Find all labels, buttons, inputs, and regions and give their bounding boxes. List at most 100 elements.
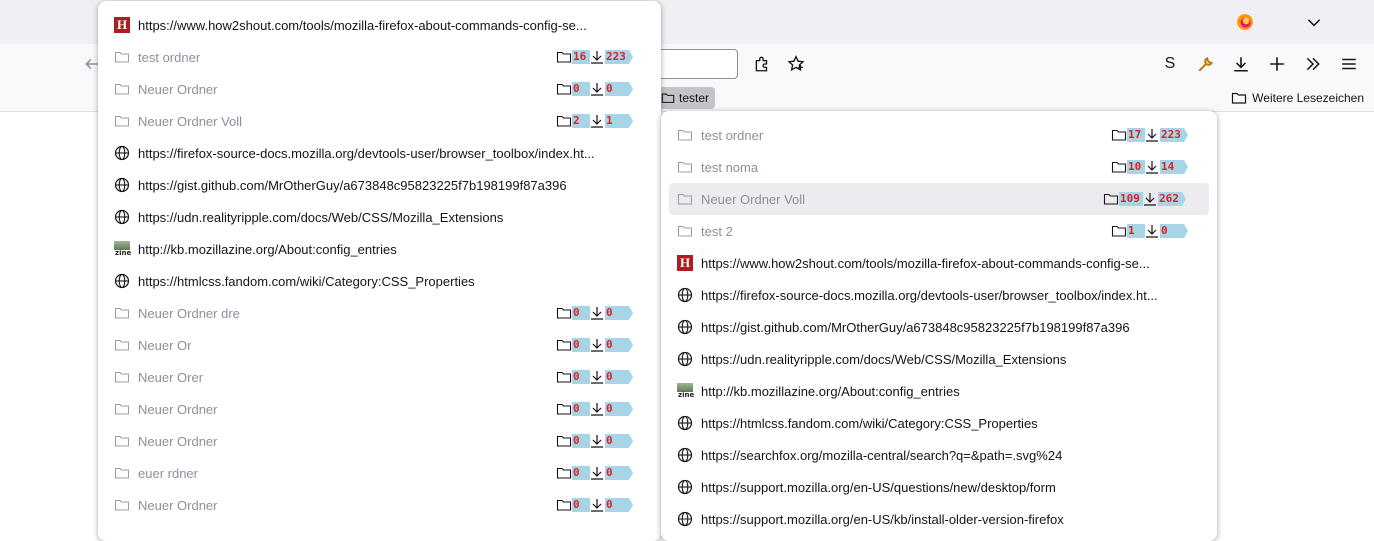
folder-counts: 17 223 [1111, 127, 1188, 143]
globe-icon [677, 415, 693, 431]
bookmark-link-item[interactable]: Hhttps://www.how2shout.com/tools/mozilla… [98, 9, 661, 41]
folder-icon [114, 401, 130, 417]
wrench-icon[interactable] [1192, 50, 1220, 78]
bookmark-link-item[interactable]: zine http://kb.mozillazine.org/About:conf… [98, 233, 661, 265]
bookmark-link-item[interactable]: https://udn.realityripple.com/docs/Web/C… [98, 201, 661, 233]
download-arrow-icon [589, 305, 605, 321]
bookmark-link-item[interactable]: https://htmlcss.fandom.com/wiki/Category… [98, 265, 661, 297]
bookmark-label: http://kb.mozillazine.org/About:config_e… [138, 241, 397, 257]
downloads-icon[interactable] [1227, 50, 1255, 78]
subfolder-count: 17 [1127, 128, 1145, 142]
bookmark-label: test noma [701, 159, 759, 175]
bookmark-folder-item[interactable]: test ordner 17 223 [661, 119, 1217, 151]
subfolder-count-icon [556, 401, 572, 417]
item-count: 262 [1158, 192, 1186, 206]
bookmark-link-item[interactable]: zine http://kb.mozillazine.org/About:conf… [661, 375, 1217, 407]
other-bookmarks-label: Weitere Lesezeichen [1252, 91, 1364, 105]
bookmark-label: https://support.mozilla.org/en-US/questi… [701, 479, 1056, 495]
other-bookmarks-button[interactable]: Weitere Lesezeichen [1231, 87, 1364, 109]
item-count: 0 [605, 82, 633, 96]
folder-counts: 00 [556, 337, 633, 353]
bookmark-folder-item[interactable]: Neuer Orer 0 0 [98, 361, 661, 393]
folder-counts: 00 [556, 305, 633, 321]
bookmark-folder-item[interactable]: euer rdner 0 0 [98, 457, 661, 489]
extensions-puzzle-icon[interactable] [748, 50, 776, 78]
subfolder-count: 2 [572, 114, 590, 128]
subfolder-count-icon [556, 465, 572, 481]
bookmark-star-icon[interactable] [782, 50, 810, 78]
how2shout-favicon-icon: H [677, 255, 693, 271]
bookmark-link-item[interactable]: Hhttps://www.how2shout.com/tools/mozilla… [661, 247, 1217, 279]
plus-icon[interactable] [1263, 50, 1291, 78]
folder-counts: 16 223 [556, 49, 633, 65]
s-extension-button[interactable]: S [1156, 50, 1184, 78]
download-arrow-icon [589, 465, 605, 481]
subfolder-count: 0 [572, 306, 590, 320]
folder-icon [114, 433, 130, 449]
folder-counts: 00 [556, 497, 633, 513]
bookmark-link-item[interactable]: https://htmlcss.fandom.com/wiki/Category… [661, 407, 1217, 439]
bookmark-folder-item[interactable]: Neuer Ordner dre 0 0 [98, 297, 661, 329]
bookmark-folder-item[interactable]: test ordner 16 223 [98, 41, 661, 73]
overflow-chevrons-icon[interactable] [1299, 50, 1327, 78]
bookmark-link-item[interactable]: https://firefox-source-docs.mozilla.org/… [98, 137, 661, 169]
bookmark-folder-item[interactable]: Neuer Or 0 0 [98, 329, 661, 361]
folder-counts: 21 [556, 113, 633, 129]
item-count: 223 [605, 50, 633, 64]
how2shout-favicon-icon: H [114, 17, 130, 33]
bookmark-folder-item[interactable]: Neuer Ordner 0 0 [98, 393, 661, 425]
bookmark-folder-item[interactable]: Neuer Ordner 0 0 [98, 425, 661, 457]
bookmark-link-item[interactable]: https://gist.github.com/MrOtherGuy/a6738… [98, 169, 661, 201]
bookmark-link-item[interactable]: https://udn.realityripple.com/docs/Web/C… [661, 343, 1217, 375]
bookmark-label: Neuer Ordner [138, 401, 218, 417]
bookmark-link-item[interactable]: https://searchfox.org/mozilla-central/se… [661, 439, 1217, 471]
folder-icon [677, 191, 693, 207]
globe-icon [114, 273, 130, 289]
download-arrow-icon [589, 401, 605, 417]
item-count: 0 [1160, 224, 1188, 238]
bookmark-link-item[interactable]: https://firefox-source-docs.mozilla.org/… [661, 279, 1217, 311]
subfolder-count: 0 [572, 82, 590, 96]
chevron-down-icon[interactable] [1300, 8, 1328, 36]
download-arrow-icon [589, 113, 605, 129]
download-arrow-icon [589, 81, 605, 97]
bookmark-label: https://www.how2shout.com/tools/mozilla-… [701, 255, 1150, 271]
subfolder-count: 1 [1127, 224, 1145, 238]
folder-counts: 00 [556, 81, 633, 97]
bookmark-label: euer rdner [138, 465, 198, 481]
bookmark-folder-item[interactable]: Neuer Ordner Voll 2 1 [98, 105, 661, 137]
bookmark-label: https://www.how2shout.com/tools/mozilla-… [138, 17, 587, 33]
subfolder-count-icon [1111, 159, 1127, 175]
bookmark-label: Neuer Or [138, 337, 192, 353]
mozillazine-favicon-icon: zine [677, 383, 694, 399]
bookmark-folder-item[interactable]: test noma 10 14 [661, 151, 1217, 183]
s-extension-label: S [1164, 55, 1176, 72]
bookmark-link-item[interactable]: https://support.mozilla.org/en-US/kb/ins… [661, 503, 1217, 535]
item-count: 223 [1160, 128, 1188, 142]
bookmark-folder-tester[interactable]: tester [655, 87, 716, 109]
download-arrow-icon [1144, 159, 1160, 175]
bookmark-label: https://support.mozilla.org/en-US/kb/ins… [701, 511, 1064, 527]
bookmark-label: https://gist.github.com/MrOtherGuy/a6738… [701, 319, 1130, 335]
folder-icon [1232, 92, 1247, 104]
bookmarks-popup-right: test ordner 17 223 test noma 10 14 Neuer Ordne… [661, 111, 1217, 541]
bookmark-folder-item[interactable]: test 210 [661, 215, 1217, 247]
folder-counts: 10 14 [1111, 159, 1188, 175]
how2shout-favicon-glyph: H [677, 255, 693, 271]
folder-icon [114, 113, 130, 129]
bookmark-folder-item[interactable]: Neuer Ordner 0 0 [98, 73, 661, 105]
bookmark-link-item[interactable]: https://support.mozilla.org/en-US/questi… [661, 471, 1217, 503]
bookmark-label: Neuer Ordner [138, 433, 218, 449]
bookmark-folder-item[interactable]: Neuer Ordner 0 0 [98, 489, 661, 521]
bookmark-folder-item[interactable]: Neuer Ordner Voll 109 262 [669, 183, 1209, 215]
bookmark-label: https://htmlcss.fandom.com/wiki/Category… [138, 273, 475, 289]
subfolder-count-icon [556, 497, 572, 513]
bookmark-label: Neuer Ordner Voll [701, 191, 806, 207]
firefox-logo-icon[interactable] [1231, 8, 1259, 36]
mozillazine-favicon-icon: zine [114, 241, 131, 257]
bookmark-label: https://udn.realityripple.com/docs/Web/C… [138, 209, 504, 225]
folder-icon [677, 159, 693, 175]
hamburger-menu-icon[interactable] [1335, 50, 1363, 78]
subfolder-count-icon [556, 49, 572, 65]
bookmark-link-item[interactable]: https://gist.github.com/MrOtherGuy/a6738… [661, 311, 1217, 343]
